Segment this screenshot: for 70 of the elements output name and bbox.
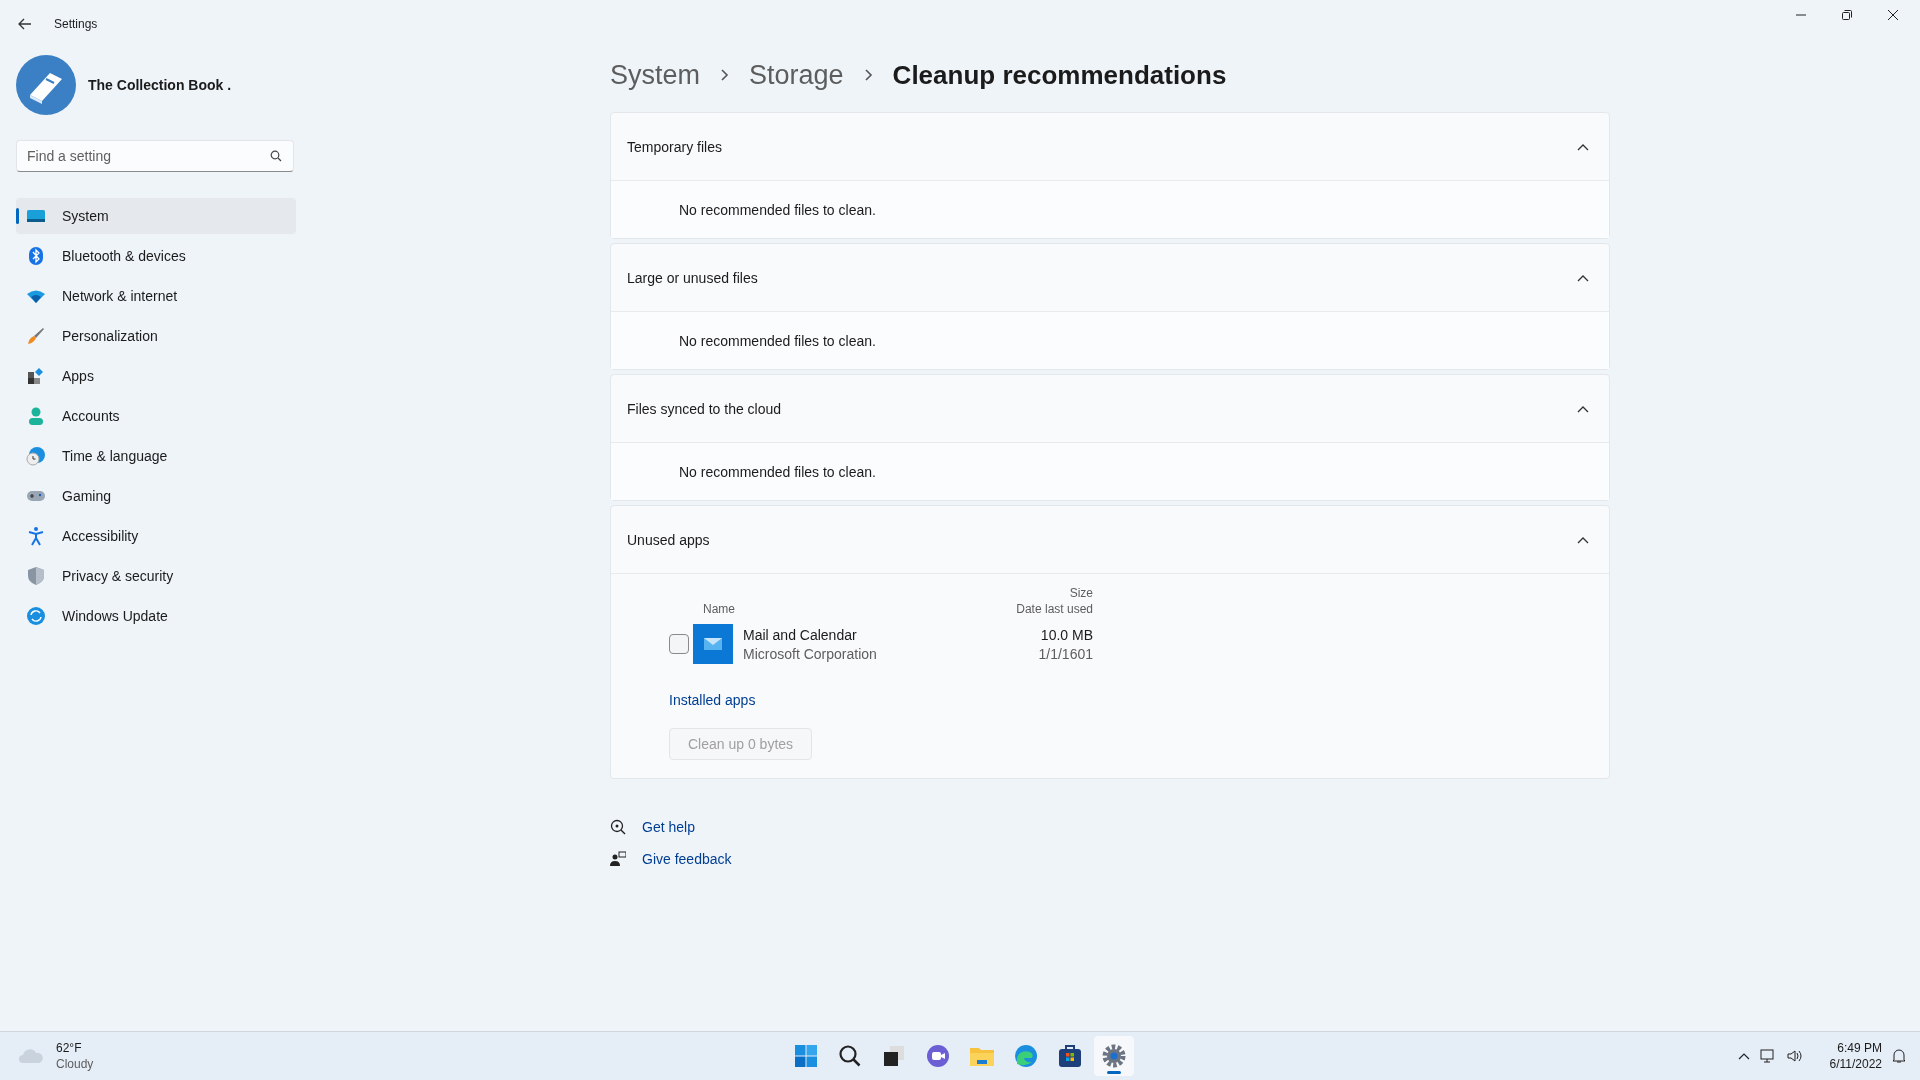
restore-icon[interactable] [1842, 10, 1852, 20]
chevron-icon [1577, 273, 1589, 282]
nav-item[interactable]: Apps [16, 358, 296, 394]
brush-icon [26, 326, 46, 346]
help-icon [610, 819, 626, 835]
help-link[interactable]: Get help [642, 819, 695, 835]
nav-item[interactable]: Bluetooth & devices [16, 238, 296, 274]
column-header: Name [702, 602, 735, 616]
chevron-right-icon [720, 68, 730, 82]
app-name: Mail and Calendar [743, 626, 858, 643]
chevron-right-icon [863, 68, 873, 82]
windows-logo-icon [793, 1043, 819, 1069]
back-icon[interactable] [18, 18, 32, 30]
settings-icon [1101, 1043, 1127, 1069]
column-header: Size [1069, 586, 1093, 600]
store-icon [1057, 1043, 1083, 1069]
nav-item[interactable]: Gaming [16, 478, 296, 514]
nav-item[interactable]: Network & internet [16, 278, 296, 314]
close-icon[interactable] [1888, 10, 1898, 20]
shield-icon [26, 566, 46, 586]
chevron-icon [1577, 142, 1589, 151]
help-link[interactable]: Give feedback [642, 851, 732, 867]
app-date: 1/1/1601 [1038, 645, 1093, 662]
apps-icon [26, 366, 46, 386]
task-view-icon [881, 1043, 907, 1069]
update-icon [26, 606, 46, 626]
avatar-icon [16, 55, 76, 115]
breadcrumb-item[interactable]: Storage [749, 59, 844, 91]
person-icon [26, 406, 46, 426]
nav-item[interactable]: Personalization [16, 318, 296, 354]
nav-item[interactable]: Windows Update [16, 598, 296, 634]
empty-message: No recommended files to clean. [679, 332, 876, 349]
app-size: 10.0 MB [1040, 626, 1093, 643]
breadcrumb-item[interactable]: System [610, 59, 701, 91]
nav-item[interactable]: Accounts [16, 398, 296, 434]
nav-item[interactable]: System [16, 198, 296, 234]
installed-apps-link[interactable]: Installed apps [669, 692, 756, 708]
empty-message: No recommended files to clean. [679, 201, 876, 218]
checkbox[interactable] [669, 634, 689, 654]
bluetooth-icon [26, 246, 46, 266]
volume-icon[interactable] [1785, 1048, 1802, 1064]
browser-icon [1013, 1043, 1039, 1069]
window-title: Settings [54, 17, 98, 31]
feedback-icon [610, 851, 626, 867]
clock[interactable]: 6:49 PM 6/11/2022 [1829, 1041, 1882, 1071]
temperature: 62°F [56, 1041, 83, 1055]
search-icon [270, 150, 282, 162]
chevron-icon [1577, 535, 1589, 544]
search-field[interactable]: Find a setting [16, 140, 294, 172]
mail-icon [693, 624, 733, 664]
chat-icon [925, 1043, 951, 1069]
nav-item[interactable]: Accessibility [16, 518, 296, 554]
nav-item[interactable]: Privacy & security [16, 558, 296, 594]
clock-icon [26, 446, 46, 466]
accessibility-icon [26, 526, 46, 546]
network-icon[interactable] [1759, 1048, 1776, 1064]
empty-message: No recommended files to clean. [679, 463, 876, 480]
settings-button[interactable] [1094, 1036, 1134, 1076]
column-header: Date last used [1016, 602, 1093, 616]
cloud-icon [18, 1048, 44, 1064]
chevron-up-icon[interactable] [1737, 1052, 1750, 1060]
app-publisher: Microsoft Corporation [743, 645, 878, 662]
nav-item[interactable]: Time & language [16, 438, 296, 474]
section-header[interactable]: Unused apps [611, 506, 1609, 574]
chevron-icon [1577, 404, 1589, 413]
notification-icon[interactable] [1892, 1048, 1906, 1064]
profile-name: The Collection Book . [88, 77, 232, 93]
weather-condition: Cloudy [56, 1057, 94, 1071]
search-icon [837, 1043, 863, 1069]
breadcrumb-item: Cleanup recommendations [892, 59, 1227, 91]
